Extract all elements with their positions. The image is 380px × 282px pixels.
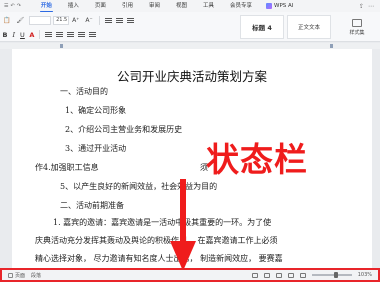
outline-view-icon[interactable]: [287, 272, 294, 278]
status-page-label: 页面: [15, 272, 26, 279]
document-title: 公司开业庆典活动策划方案: [116, 69, 267, 84]
doc-line: 1. 嘉宾的邀请：嘉宾邀请是一活动中极其重要的一环。为了使: [53, 218, 272, 227]
zoom-slider[interactable]: [311, 272, 352, 278]
ribbon-tabs: 开始 插入 页面 引用 审阅 视图 工具 会员专享: [33, 0, 260, 12]
font-size-select[interactable]: 21.5: [53, 16, 70, 25]
style-heading-4[interactable]: 标题 4: [240, 15, 284, 39]
toolbar-row-1: 📋 🖌 21.5 A⁺ A⁻: [0, 14, 136, 27]
tab-view[interactable]: 视图: [168, 0, 195, 12]
doc-line: 2、介绍公司主营业务和发展历史: [65, 125, 183, 134]
right-indent-marker[interactable]: [330, 44, 333, 48]
align-center-icon[interactable]: [56, 31, 64, 38]
bullet-list-icon[interactable]: [104, 17, 112, 24]
share-icon[interactable]: ⇪: [359, 3, 364, 10]
format-painter-icon[interactable]: 🖌: [13, 16, 27, 26]
page-icon: [8, 272, 13, 278]
arrow-down-icon: [170, 179, 196, 271]
status-bar: 页面 段落 103%: [0, 268, 380, 282]
tab-reference[interactable]: 引用: [114, 0, 141, 12]
separator: [98, 16, 100, 25]
align-right-icon[interactable]: [67, 31, 75, 38]
doc-line: 3、通过开业活动: [65, 144, 127, 153]
status-page[interactable]: 页面: [8, 272, 25, 279]
wps-ai-label: WPS AI: [274, 3, 294, 9]
style-set-button[interactable]: 样式集: [340, 15, 374, 39]
doc-line: 精心选择对象， 尽力邀请有知名度人士出席， 制造新闻效应， 要赛嘉: [35, 254, 283, 263]
doc-line: 一、活动目的: [60, 87, 108, 96]
tab-review[interactable]: 审阅: [141, 0, 168, 12]
zoom-level[interactable]: 103%: [358, 272, 372, 278]
style-body-text[interactable]: 正文文本: [287, 15, 331, 39]
separator: [39, 30, 41, 39]
more-icon[interactable]: ⋯: [368, 3, 374, 10]
web-view-icon[interactable]: [275, 272, 282, 278]
status-bar-annotation: 状态栏: [206, 140, 308, 179]
ribbon-toolbar: 📋 🖌 21.5 A⁺ A⁻ B I U A 标题 4 正文文本 样式集: [0, 12, 380, 42]
status-controls: 103%: [251, 272, 378, 278]
doc-line: 作4.加强职工信息: [35, 163, 99, 172]
justify-icon[interactable]: [78, 31, 86, 38]
read-mode-icon[interactable]: [299, 272, 306, 278]
shrink-font-icon[interactable]: A⁻: [82, 16, 95, 26]
status-paragraph[interactable]: 段落: [31, 272, 41, 279]
number-list-icon[interactable]: [115, 17, 123, 24]
page-view-icon[interactable]: [263, 272, 270, 278]
style-set-icon: [352, 18, 362, 27]
align-left-icon[interactable]: [45, 31, 53, 38]
menu-bar: ☰ ↶ ↷ 开始 插入 页面 引用 审阅 视图 工具 会员专享 WPS AI ⇪…: [0, 0, 380, 12]
bold-button[interactable]: B: [0, 31, 10, 39]
doc-line: 1、确定公司形象: [65, 106, 127, 115]
font-color-button[interactable]: A: [27, 31, 36, 39]
tab-page[interactable]: 页面: [87, 0, 114, 12]
tab-home[interactable]: 开始: [33, 0, 60, 12]
window-actions: ⇪ ⋯: [359, 3, 380, 10]
italic-button[interactable]: I: [10, 31, 18, 39]
doc-line: 庆典活动充分发挥其轰动及舆论的积极作用， 在嘉宾邀请工作上必须: [35, 236, 278, 245]
indent-icon[interactable]: [126, 17, 134, 24]
style-set-label: 样式集: [349, 29, 365, 36]
zoom-slider-handle[interactable]: [333, 272, 338, 278]
tab-member[interactable]: 会员专享: [222, 0, 260, 12]
tab-tools[interactable]: 工具: [195, 0, 222, 12]
font-family-select[interactable]: [29, 16, 52, 25]
grow-font-icon[interactable]: A⁺: [69, 16, 82, 26]
undo-icon[interactable]: ↶: [10, 3, 14, 9]
eye-icon[interactable]: [251, 272, 258, 278]
wps-ai-icon: [266, 3, 273, 9]
menu-icon[interactable]: ☰: [4, 3, 8, 9]
toolbar-row-2: B I U A: [0, 28, 98, 41]
tab-insert[interactable]: 插入: [60, 0, 87, 12]
wps-writer-window: ☰ ↶ ↷ 开始 插入 页面 引用 审阅 视图 工具 会员专享 WPS AI ⇪…: [0, 0, 380, 282]
doc-line: 二、活动前期准备: [60, 201, 124, 210]
paste-icon[interactable]: 📋: [0, 16, 13, 26]
quick-access: ☰ ↶ ↷: [4, 3, 21, 9]
status-paragraph-label: 段落: [31, 272, 42, 279]
style-gallery: 标题 4 正文文本: [240, 15, 331, 39]
wps-ai-button[interactable]: WPS AI: [266, 3, 293, 9]
underline-button[interactable]: U: [18, 31, 28, 39]
indent-marker[interactable]: [60, 44, 63, 48]
line-spacing-icon[interactable]: [89, 31, 97, 38]
redo-icon[interactable]: ↷: [17, 3, 21, 9]
